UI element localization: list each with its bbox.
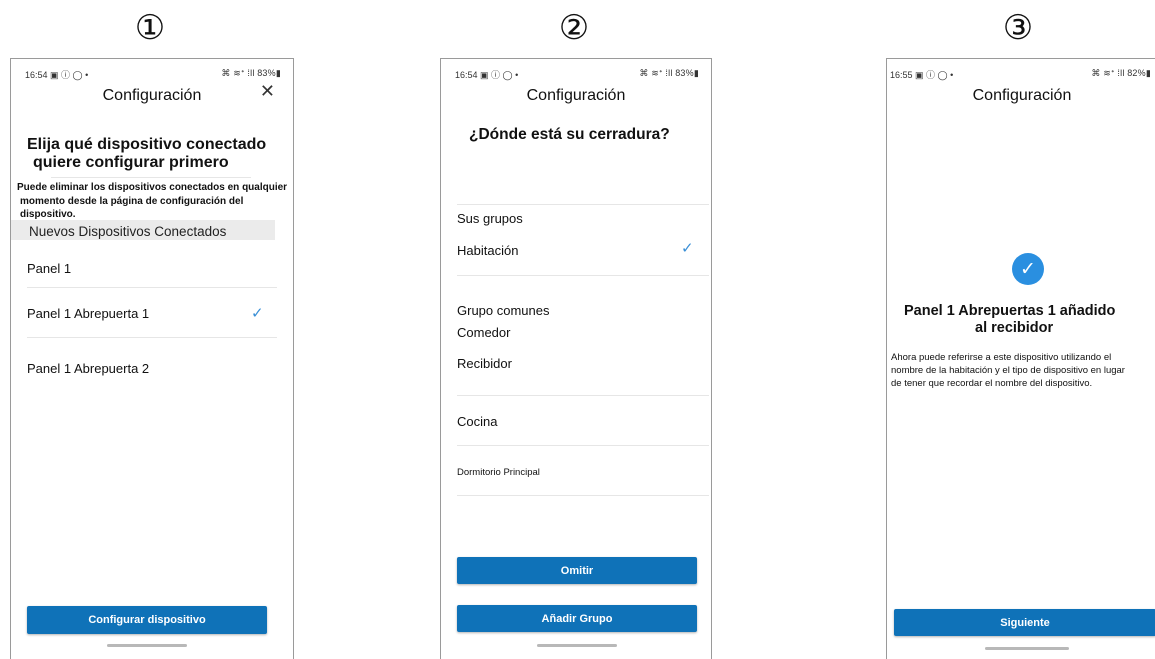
description-line-2: nombre de la habitación y el tipo de dis…	[891, 365, 1125, 376]
group-item-dormitorio-principal[interactable]: Dormitorio Principal	[457, 467, 540, 478]
heading-line-2: quiere configurar primero	[33, 154, 229, 171]
divider	[457, 395, 709, 396]
heading: ¿Dónde está su cerradura?	[469, 126, 670, 143]
divider	[27, 287, 277, 288]
home-indicator	[107, 644, 187, 647]
divider	[457, 275, 709, 276]
skip-button[interactable]: Omitir	[457, 557, 697, 584]
status-bar-right: ⌘ ≋ᐩ ⁞ll 82%▮	[1091, 68, 1151, 78]
configure-device-button[interactable]: Configurar dispositivo	[27, 606, 267, 634]
status-bar-left: 16:55 ▣ ⓘ ◯ •	[890, 70, 954, 80]
divider	[457, 445, 709, 446]
heading-line-1: Elija qué dispositivo conectado	[27, 136, 267, 153]
status-bar-left: 16:54 ▣ ⓘ ◯ •	[25, 70, 89, 80]
page-title: Configuración	[102, 87, 202, 104]
group-item-habitacion[interactable]: Habitación	[457, 243, 518, 258]
step-2-number: ②	[558, 8, 590, 48]
description-line-1: Ahora puede referirse a este dispositivo…	[891, 352, 1112, 363]
group-item-recibidor[interactable]: Recibidor	[457, 356, 512, 371]
list-item-panel-1-abrepuerta-1[interactable]: Panel 1 Abrepuerta 1	[27, 306, 149, 321]
status-bar-left: 16:54 ▣ ⓘ ◯ •	[455, 70, 519, 80]
description-line-1: Puede eliminar los dispositivos conectad…	[17, 182, 288, 193]
next-button[interactable]: Siguiente	[894, 609, 1155, 636]
common-groups-label: Grupo comunes	[457, 303, 550, 318]
check-icon: ✓	[251, 304, 264, 322]
home-indicator	[985, 647, 1069, 650]
description-line-2: momento desde la página de configuración…	[20, 196, 244, 220]
group-item-cocina[interactable]: Cocina	[457, 414, 497, 429]
phone-screen-1: 16:54 ▣ ⓘ ◯ • ⌘ ≋ᐩ ⁞ll 83%▮ Configuració…	[10, 58, 294, 659]
status-bar-right: ⌘ ≋ᐩ ⁞ll 83%▮	[221, 68, 281, 78]
page-title: Configuración	[526, 87, 626, 104]
group-item-comedor[interactable]: Comedor	[457, 325, 510, 340]
phone-screen-2: 16:54 ▣ ⓘ ◯ • ⌘ ≋ᐩ ⁞ll 83%▮ Configuració…	[440, 58, 712, 659]
divider	[51, 177, 251, 178]
home-indicator	[537, 644, 617, 647]
check-icon: ✓	[681, 239, 694, 257]
step-1-number: ①	[134, 8, 166, 48]
list-item-panel-1-abrepuerta-2[interactable]: Panel 1 Abrepuerta 2	[27, 361, 149, 376]
close-icon[interactable]: ✕	[260, 81, 275, 102]
page-title: Configuración	[972, 87, 1072, 104]
divider	[457, 495, 709, 496]
divider	[27, 337, 277, 338]
step-3-number: ③	[1002, 8, 1034, 48]
your-groups-label: Sus grupos	[457, 211, 523, 226]
phone-screen-3: 16:55 ▣ ⓘ ◯ • ⌘ ≋ᐩ ⁞ll 82%▮ Configuració…	[886, 58, 1155, 659]
section-header-new-devices: Nuevos Dispositivos Conectados	[11, 220, 275, 240]
heading-line-2: al recibidor	[975, 320, 1054, 336]
list-item-panel-1[interactable]: Panel 1	[27, 261, 71, 276]
success-check-icon: ✓	[1012, 253, 1044, 285]
add-group-button[interactable]: Añadir Grupo	[457, 605, 697, 632]
status-bar-right: ⌘ ≋ᐩ ⁞ll 83%▮	[639, 68, 699, 78]
divider	[457, 204, 709, 205]
description-line-3: de tener que recordar el nombre del disp…	[891, 378, 1093, 389]
